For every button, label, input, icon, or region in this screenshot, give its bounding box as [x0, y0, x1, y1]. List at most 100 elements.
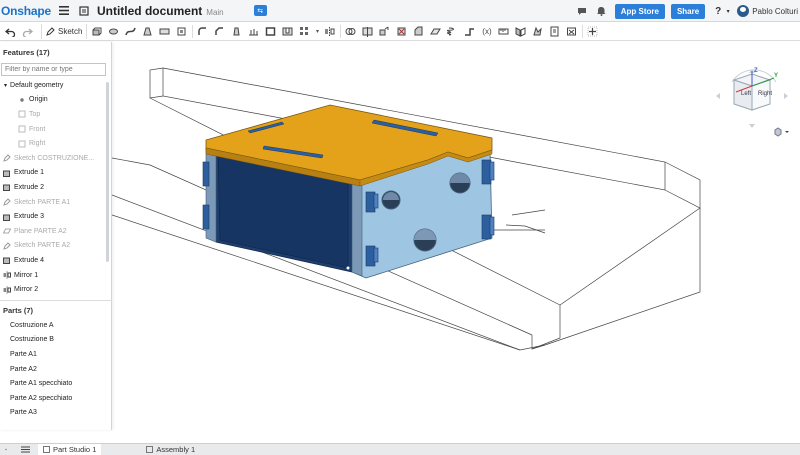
- modify-fillet-icon[interactable]: [411, 24, 426, 39]
- appearance-icon[interactable]: [530, 24, 545, 39]
- notes-icon[interactable]: [77, 4, 91, 18]
- tree-item-mirror-1[interactable]: Mirror 1: [0, 268, 111, 283]
- part-item[interactable]: Parte A1 specchiato: [10, 376, 72, 391]
- tree-item-plane-parte-a2[interactable]: Plane PARTE A2: [0, 224, 111, 239]
- part-item[interactable]: Costruzione B: [10, 333, 72, 348]
- pattern-icon[interactable]: [297, 24, 312, 39]
- thicken-icon[interactable]: [157, 24, 172, 39]
- model-canvas[interactable]: [111, 42, 800, 443]
- tree-item-extrude-4[interactable]: Extrude 4: [0, 253, 111, 268]
- drawing-icon[interactable]: [547, 24, 562, 39]
- help-chevron-down-icon[interactable]: ▾: [725, 4, 731, 18]
- tree-item-extrude-3[interactable]: Extrude 3: [0, 209, 111, 224]
- onshape-logo[interactable]: Onshape: [1, 4, 51, 18]
- rotate-right-icon[interactable]: [784, 93, 788, 99]
- hole-icon[interactable]: [280, 24, 295, 39]
- fillet-icon[interactable]: [195, 24, 210, 39]
- revolve-icon[interactable]: [106, 24, 121, 39]
- add-custom-feature-icon[interactable]: [585, 24, 600, 39]
- helix-icon[interactable]: [445, 24, 460, 39]
- tree-item-sketch-parte-a1[interactable]: Sketch PARTE A1: [0, 195, 111, 210]
- rotate-down-icon[interactable]: [749, 124, 755, 128]
- tab-assembly-1[interactable]: Assembly 1: [141, 444, 200, 455]
- avatar[interactable]: [737, 5, 750, 17]
- redo-icon[interactable]: [20, 24, 35, 39]
- version-graph-icon[interactable]: ⇆: [253, 5, 267, 16]
- add-tab-icon[interactable]: [0, 444, 12, 455]
- notifications-bell-icon[interactable]: [595, 4, 609, 18]
- tree-item-default-geometry[interactable]: ▾ Default geometry: [0, 78, 111, 93]
- pattern-chevron-down-icon[interactable]: ▾: [314, 24, 320, 39]
- plane-icon[interactable]: [428, 24, 443, 39]
- extrude-icon[interactable]: [89, 24, 104, 39]
- feature-filter-input[interactable]: [1, 63, 106, 76]
- part-item[interactable]: Parte A1: [10, 347, 72, 362]
- tree-item-front[interactable]: Front: [0, 122, 111, 137]
- tree-item-sketch-costruzione[interactable]: Sketch COSTRUZIONE...: [0, 151, 111, 166]
- tree-item-label: Extrude 2: [14, 183, 44, 191]
- sheet-metal-icon[interactable]: [462, 24, 477, 39]
- chat-icon[interactable]: [575, 4, 589, 18]
- plane-icon: [18, 125, 26, 133]
- app-store-button[interactable]: App Store: [614, 3, 665, 19]
- document-title[interactable]: Untitled document: [97, 4, 202, 18]
- features-header[interactable]: Features (17): [0, 42, 111, 58]
- tree-item-right[interactable]: Right: [0, 136, 111, 151]
- sketch-pencil-icon: [3, 198, 11, 206]
- chevron-down-icon[interactable]: ▾: [4, 82, 7, 89]
- tree-item-sketch-parte-a2[interactable]: Sketch PARTE A2: [0, 239, 111, 254]
- measure-icon[interactable]: [496, 24, 511, 39]
- tree-item-top[interactable]: Top: [0, 107, 111, 122]
- boolean-icon[interactable]: [343, 24, 358, 39]
- sketch-button[interactable]: Sketch: [41, 23, 88, 39]
- graphics-viewport[interactable]: [111, 42, 800, 443]
- tree-item-mirror-2[interactable]: Mirror 2: [0, 282, 111, 297]
- extrude-icon: [3, 213, 11, 221]
- variable-icon[interactable]: (x): [479, 24, 494, 39]
- tree-item-extrude-1[interactable]: Extrude 1: [0, 166, 111, 181]
- rotate-left-icon[interactable]: [716, 93, 720, 99]
- draft-icon[interactable]: [229, 24, 244, 39]
- plane-icon: [18, 140, 26, 148]
- tree-item-origin[interactable]: Origin: [0, 93, 111, 108]
- delete-part-icon[interactable]: [394, 24, 409, 39]
- help-icon[interactable]: ?: [711, 4, 725, 18]
- user-name[interactable]: Pablo Colturi: [752, 7, 798, 16]
- split-icon[interactable]: [360, 24, 375, 39]
- part-item[interactable]: Parte A2 specchiato: [10, 391, 72, 406]
- tree-item-extrude-2[interactable]: Extrude 2: [0, 180, 111, 195]
- mirror-icon[interactable]: [322, 24, 337, 39]
- view-cube[interactable]: Left Right Z Y: [714, 68, 794, 138]
- parts-header[interactable]: Parts (7): [3, 306, 33, 315]
- rib-icon[interactable]: [246, 24, 261, 39]
- enclose-icon[interactable]: [174, 24, 189, 39]
- tab-part-studio-1[interactable]: Part Studio 1: [38, 443, 102, 455]
- view-cube-right-label[interactable]: Right: [758, 91, 772, 97]
- export-icon[interactable]: [564, 24, 579, 39]
- mirror-icon: [3, 286, 11, 294]
- parts-divider[interactable]: [0, 300, 112, 301]
- undo-icon[interactable]: [3, 24, 18, 39]
- tree-item-label: Sketch PARTE A2: [14, 242, 71, 250]
- tree-item-label: Extrude 4: [14, 256, 44, 264]
- tab-list-icon[interactable]: [12, 444, 38, 455]
- pencil-icon: [46, 26, 55, 36]
- share-button[interactable]: Share: [670, 3, 706, 19]
- plane-icon: [2, 227, 12, 235]
- view-cube-menu-icon[interactable]: [774, 124, 790, 142]
- loft-icon[interactable]: [140, 24, 155, 39]
- shell-icon[interactable]: [263, 24, 278, 39]
- sweep-icon[interactable]: [123, 24, 138, 39]
- transform-icon[interactable]: [377, 24, 392, 39]
- part-item[interactable]: Costruzione A: [10, 318, 72, 333]
- part-item[interactable]: Parte A2: [10, 362, 72, 377]
- toolbar-divider: [582, 24, 584, 38]
- feature-list-scrollbar[interactable]: [106, 82, 109, 262]
- extrude-icon: [3, 256, 11, 265]
- part-item[interactable]: Parte A3: [10, 406, 72, 421]
- extrude-icon: [3, 169, 11, 177]
- section-view-icon[interactable]: [513, 24, 528, 39]
- view-cube-left-label[interactable]: Left: [741, 91, 751, 97]
- chamfer-icon[interactable]: [212, 24, 227, 39]
- hamburger-menu-icon[interactable]: [57, 4, 71, 18]
